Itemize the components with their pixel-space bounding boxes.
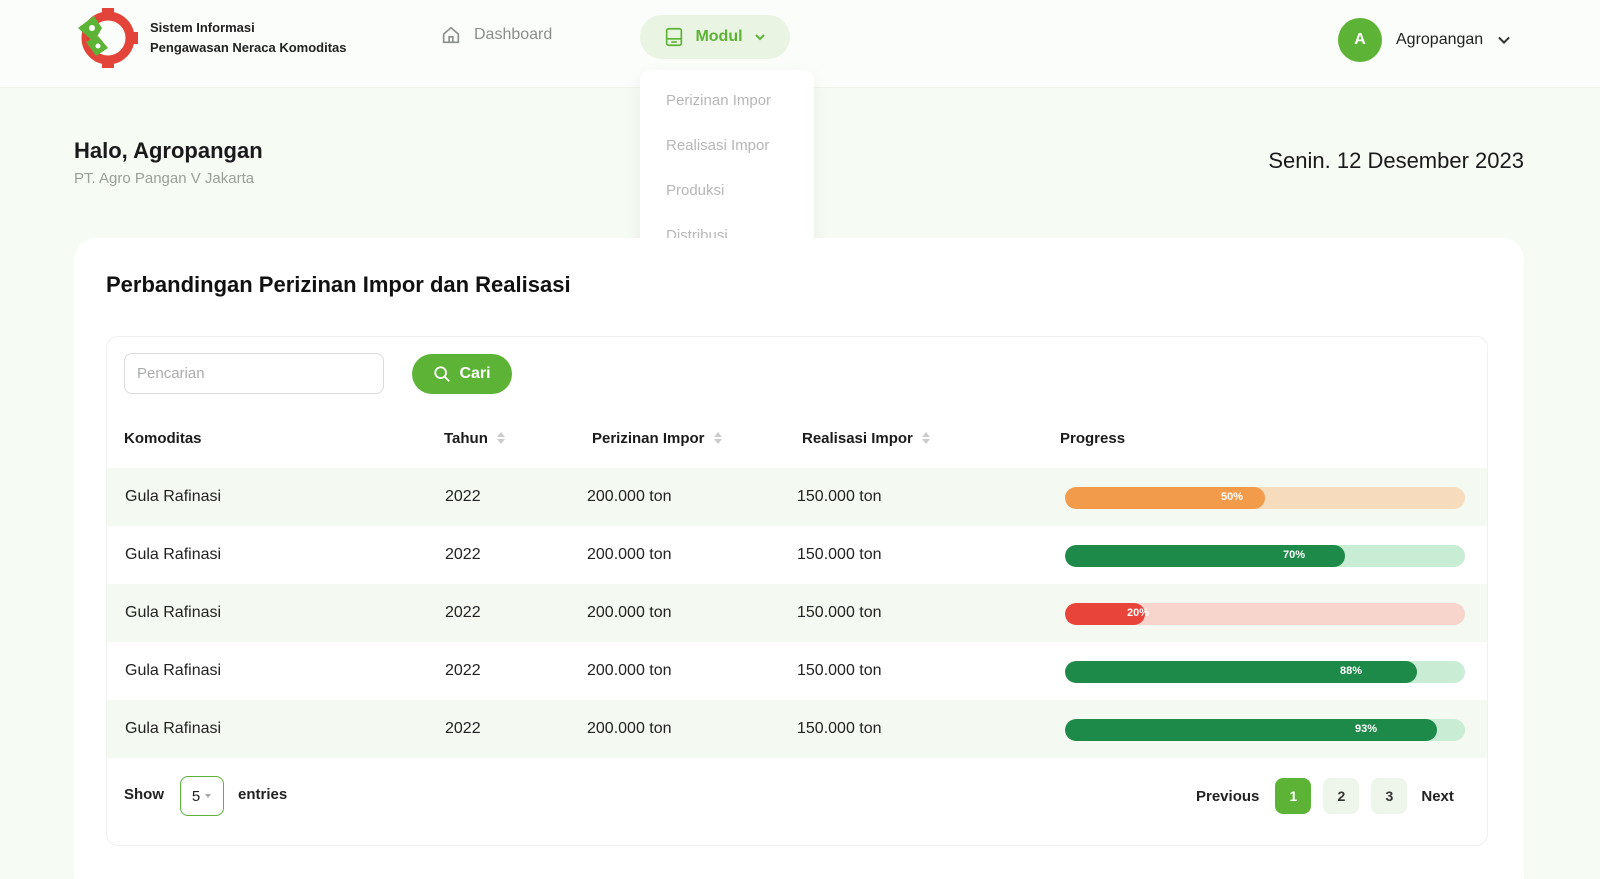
- cell-perizinan: 200.000 ton: [587, 720, 672, 737]
- cell-perizinan: 200.000 ton: [587, 604, 672, 621]
- col-header-realisasi-impor[interactable]: Realisasi Impor: [802, 430, 931, 447]
- entries-select[interactable]: 5: [180, 776, 224, 816]
- progress-fill: [1065, 719, 1437, 741]
- entries-value: 5: [191, 787, 201, 805]
- document-icon: [666, 27, 683, 47]
- search-input[interactable]: [124, 353, 384, 394]
- chevron-down-icon: [754, 34, 765, 41]
- cell-realisasi: 150.000 ton: [797, 662, 882, 679]
- col-header-label: Progress: [1060, 430, 1126, 447]
- progress-bar: 50%: [1065, 487, 1465, 509]
- cell-realisasi: 150.000 ton: [797, 720, 882, 737]
- col-header-komoditas: Komoditas: [124, 430, 202, 447]
- entries-label: entries: [238, 786, 288, 803]
- cell-tahun: 2022: [445, 604, 481, 621]
- progress-bar: 88%: [1065, 661, 1465, 683]
- progress-label: 50%: [1221, 491, 1244, 503]
- sort-icon[interactable]: [713, 431, 723, 446]
- cell-realisasi: 150.000 ton: [797, 546, 882, 563]
- progress-fill: [1065, 661, 1417, 683]
- col-header-label: Realisasi Impor: [802, 430, 913, 447]
- page-3-button[interactable]: 3: [1371, 778, 1408, 814]
- table-row[interactable]: Gula Rafinasi 2022 200.000 ton 150.000 ton 2…: [107, 584, 1487, 642]
- col-header-label: Komoditas: [124, 430, 202, 447]
- menu-item-realisasi-impor[interactable]: Realisasi Impor: [666, 137, 769, 154]
- progress-label: 20%: [1127, 607, 1150, 619]
- brand-line-2: Pengawasan Neraca Komoditas: [150, 40, 347, 55]
- col-header-label: Perizinan Impor: [592, 430, 705, 447]
- page-1-button[interactable]: 1: [1275, 778, 1312, 814]
- cell-tahun: 2022: [445, 488, 481, 505]
- table-row[interactable]: Gula Rafinasi 2022 200.000 ton 150.000 ton 8…: [107, 642, 1487, 700]
- next-button[interactable]: Next: [1421, 788, 1454, 805]
- home-icon: [442, 26, 460, 44]
- progress-label: 93%: [1355, 723, 1378, 735]
- caret-down-icon: [205, 794, 212, 798]
- nav-dashboard-label: Dashboard: [474, 26, 553, 43]
- pagination: Previous 1 2 3 Next: [1196, 778, 1454, 814]
- sort-icon[interactable]: [921, 431, 931, 446]
- previous-button[interactable]: Previous: [1196, 788, 1259, 805]
- menu-item-produksi[interactable]: Produksi: [666, 182, 724, 199]
- table-row[interactable]: Gula Rafinasi 2022 200.000 ton 150.000 ton 9…: [107, 700, 1487, 758]
- col-header-label: Tahun: [444, 430, 488, 447]
- search-icon: [434, 366, 451, 382]
- show-label: Show: [124, 786, 164, 803]
- nav-modul-label: Modul: [695, 28, 743, 45]
- progress-bar: 20%: [1065, 603, 1465, 625]
- table-row[interactable]: Gula Rafinasi 2022 200.000 ton 150.000 ton 7…: [107, 526, 1487, 584]
- progress-bar: 93%: [1065, 719, 1465, 741]
- progress-label: 88%: [1340, 665, 1363, 677]
- cell-komoditas: Gula Rafinasi: [125, 488, 222, 505]
- sort-icon[interactable]: [496, 431, 506, 446]
- cell-perizinan: 200.000 ton: [587, 546, 672, 563]
- brand-name: Sistem Informasi Pengawasan Neraca Komod…: [150, 18, 347, 58]
- cell-tahun: 2022: [445, 720, 481, 737]
- cell-perizinan: 200.000 ton: [587, 488, 672, 505]
- brand-line-1: Sistem Informasi: [150, 20, 255, 35]
- cell-komoditas: Gula Rafinasi: [125, 720, 222, 737]
- menu-item-perizinan-impor[interactable]: Perizinan Impor: [666, 92, 771, 109]
- cell-komoditas: Gula Rafinasi: [125, 546, 222, 563]
- table-row[interactable]: Gula Rafinasi 2022 200.000 ton 150.000 ton 5…: [107, 468, 1487, 526]
- search-button[interactable]: Cari: [412, 354, 512, 394]
- cell-perizinan: 200.000 ton: [587, 662, 672, 679]
- user-menu[interactable]: A Agropangan: [1338, 18, 1513, 62]
- current-date: Senin. 12 Desember 2023: [1268, 148, 1524, 173]
- cell-tahun: 2022: [445, 662, 481, 679]
- cell-komoditas: Gula Rafinasi: [125, 604, 222, 621]
- col-header-perizinan-impor[interactable]: Perizinan Impor: [592, 430, 723, 447]
- logo: [78, 8, 138, 68]
- cell-komoditas: Gula Rafinasi: [125, 662, 222, 679]
- card-title: Perbandingan Perizinan Impor dan Realisa…: [106, 272, 571, 297]
- col-header-tahun[interactable]: Tahun: [444, 430, 506, 447]
- progress-bar: 70%: [1065, 545, 1465, 567]
- nav-modul[interactable]: Modul: [640, 15, 790, 59]
- greeting-title: Halo, Agropangan: [74, 138, 263, 163]
- chevron-down-icon: [1498, 36, 1511, 45]
- search-button-label: Cari: [459, 365, 491, 382]
- cell-realisasi: 150.000 ton: [797, 604, 882, 621]
- greeting-subtitle: PT. Agro Pangan V Jakarta: [74, 170, 255, 187]
- progress-label: 70%: [1283, 549, 1306, 561]
- col-header-progress: Progress: [1060, 430, 1125, 447]
- cell-tahun: 2022: [445, 546, 481, 563]
- cell-realisasi: 150.000 ton: [797, 488, 882, 505]
- page-2-button[interactable]: 2: [1323, 778, 1360, 814]
- nav-dashboard[interactable]: Dashboard: [440, 24, 552, 46]
- avatar: A: [1338, 18, 1382, 62]
- user-name: Agropangan: [1396, 31, 1484, 48]
